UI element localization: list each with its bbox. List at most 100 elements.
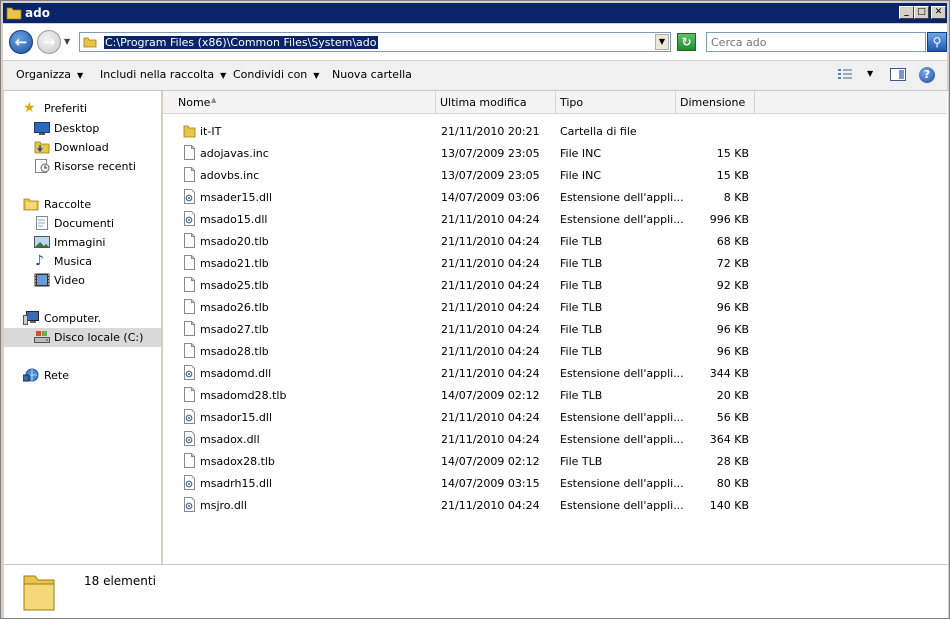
file-name: msadomd28.tlb (200, 389, 287, 402)
file-modified: 21/11/2010 04:24 (441, 323, 540, 336)
file-name: adovbs.inc (200, 169, 260, 182)
nav-favorites[interactable]: ★ Preferiti (4, 99, 161, 118)
file-type: File TLB (560, 323, 603, 336)
nav-label: Musica (54, 255, 93, 268)
file-row[interactable]: msadox.dll 21/11/2010 04:24 Estensione del… (163, 428, 947, 450)
dll-icon (184, 211, 195, 226)
organize-button[interactable]: Organizza ▼ (16, 68, 83, 81)
nav-computer[interactable]: Computer. (4, 309, 161, 328)
column-type[interactable]: Tipo (556, 91, 676, 113)
file-row[interactable]: msadomd28.tlb 14/07/2009 02:12 File TLB 20 … (163, 384, 947, 406)
nav-label: Risorse recenti (54, 160, 136, 173)
column-name[interactable]: Nome ▲ (163, 91, 436, 113)
history-dropdown-icon[interactable]: ▼ (64, 37, 70, 46)
help-icon[interactable]: ? (919, 67, 935, 83)
file-row[interactable]: msado25.tlb 21/11/2010 04:24 File TLB 92 KB (163, 274, 947, 296)
file-size: 68 KB (716, 235, 749, 248)
search-box[interactable] (706, 32, 926, 52)
file-name: msador15.dll (200, 411, 273, 424)
file-row[interactable]: msado20.tlb 21/11/2010 04:24 File TLB 68 KB (163, 230, 947, 252)
nav-local-disk[interactable]: Disco locale (C:) (4, 328, 161, 347)
file-row[interactable]: msado15.dll 21/11/2010 04:24 Estensione de… (163, 208, 947, 230)
file-size: 996 KB (709, 213, 749, 226)
file-row[interactable]: msado27.tlb 21/11/2010 04:24 File TLB 96 KB (163, 318, 947, 340)
refresh-button[interactable]: ↻ (677, 33, 696, 51)
share-with-button[interactable]: Condividi con ▼ (233, 68, 319, 81)
file-name: msadox28.tlb (200, 455, 275, 468)
nav-documents[interactable]: Documenti (4, 214, 161, 233)
file-name: it-IT (200, 125, 222, 138)
file-row[interactable]: it-IT 21/11/2010 20:21 Cartella di file (163, 120, 947, 142)
file-row[interactable]: msadrh15.dll 14/07/2009 03:15 Estensione d… (163, 472, 947, 494)
nav-desktop[interactable]: Desktop (4, 119, 161, 138)
nav-label: Desktop (54, 122, 100, 135)
file-modified: 13/07/2009 23:05 (441, 147, 540, 160)
search-input[interactable] (711, 34, 911, 50)
file-icon (184, 167, 195, 182)
nav-video[interactable]: Video (4, 271, 161, 290)
file-modified: 14/07/2009 03:06 (441, 191, 540, 204)
preview-pane-icon[interactable] (890, 68, 906, 81)
view-details-icon[interactable] (838, 69, 852, 80)
nav-recent[interactable]: Risorse recenti (4, 157, 161, 176)
column-modified[interactable]: Ultima modifica (436, 91, 556, 113)
file-size: 28 KB (716, 455, 749, 468)
file-size: 8 KB (723, 191, 749, 204)
file-row[interactable]: adovbs.inc 13/07/2009 23:05 File INC 15 KB (163, 164, 947, 186)
nav-network[interactable]: Rete (4, 366, 161, 385)
file-row[interactable]: msado26.tlb 21/11/2010 04:24 File TLB 96 KB (163, 296, 947, 318)
title-bar[interactable]: ado _ □ ✕ (3, 3, 947, 23)
file-size: 92 KB (716, 279, 749, 292)
file-size: 72 KB (716, 257, 749, 270)
file-size: 96 KB (716, 345, 749, 358)
libraries-icon (23, 198, 39, 211)
address-path[interactable]: C:\Program Files (x86)\Common Files\Syst… (104, 36, 378, 49)
file-modified: 21/11/2010 04:24 (441, 301, 540, 314)
file-size: 364 KB (709, 433, 749, 446)
file-modified: 14/07/2009 03:15 (441, 477, 540, 490)
nav-label: Raccolte (44, 198, 92, 211)
file-row[interactable]: msado21.tlb 21/11/2010 04:24 File TLB 72 KB (163, 252, 947, 274)
file-icon (184, 387, 195, 402)
file-row[interactable]: msador15.dll 21/11/2010 04:24 Estensione d… (163, 406, 947, 428)
explorer-window: ado _ □ ✕ ← → ▼ C:\Program Files (x86)\C… (0, 0, 950, 619)
file-type: File TLB (560, 345, 603, 358)
minimize-button[interactable]: _ (899, 6, 914, 19)
organize-label: Organizza (16, 68, 72, 81)
folder-icon (83, 37, 97, 48)
chevron-down-icon: ▼ (313, 71, 320, 80)
new-folder-button[interactable]: Nuova cartella (332, 68, 412, 81)
file-type: Estensione dell'appli... (560, 367, 684, 380)
file-row[interactable]: msadox28.tlb 14/07/2009 02:12 File TLB 28 K… (163, 450, 947, 472)
file-size: 96 KB (716, 323, 749, 336)
file-size: 56 KB (716, 411, 749, 424)
nav-images[interactable]: Immagini (4, 233, 161, 252)
view-options-dropdown-icon[interactable]: ▼ (867, 69, 873, 78)
address-bar[interactable]: C:\Program Files (x86)\Common Files\Syst… (79, 32, 671, 52)
local-disk-icon (34, 331, 50, 343)
nav-download[interactable]: Download (4, 138, 161, 157)
nav-music[interactable]: ♪ Musica (4, 252, 161, 271)
images-icon (34, 236, 50, 248)
file-type: File INC (560, 169, 602, 182)
file-row[interactable]: msader15.dll 14/07/2009 03:06 Estensione d… (163, 186, 947, 208)
file-row[interactable]: adojavas.inc 13/07/2009 23:05 File INC 15 K… (163, 142, 947, 164)
file-size: 344 KB (709, 367, 749, 380)
forward-button[interactable]: → (37, 30, 61, 54)
maximize-button[interactable]: □ (914, 6, 929, 19)
back-button[interactable]: ← (9, 30, 33, 54)
address-dropdown-icon[interactable]: ▼ (655, 34, 669, 50)
dll-icon (184, 475, 195, 490)
column-size[interactable]: Dimensione (676, 91, 755, 113)
file-row[interactable]: msado28.tlb 21/11/2010 04:24 File TLB 96 KB (163, 340, 947, 362)
file-row[interactable]: msadomd.dll 21/11/2010 04:24 Estensione de… (163, 362, 947, 384)
close-button[interactable]: ✕ (931, 6, 946, 19)
nav-libraries[interactable]: Raccolte (4, 195, 161, 214)
file-row[interactable]: msjro.dll 21/11/2010 04:24 Estensione dell… (163, 494, 947, 516)
command-bar: Organizza ▼ Includi nella raccolta ▼ Condi… (3, 61, 947, 91)
nav-label: Immagini (54, 236, 106, 249)
file-modified: 21/11/2010 04:24 (441, 279, 540, 292)
include-in-library-button[interactable]: Includi nella raccolta ▼ (100, 68, 226, 81)
nav-label: Rete (44, 369, 69, 382)
search-icon[interactable]: ⚲ (927, 32, 947, 52)
